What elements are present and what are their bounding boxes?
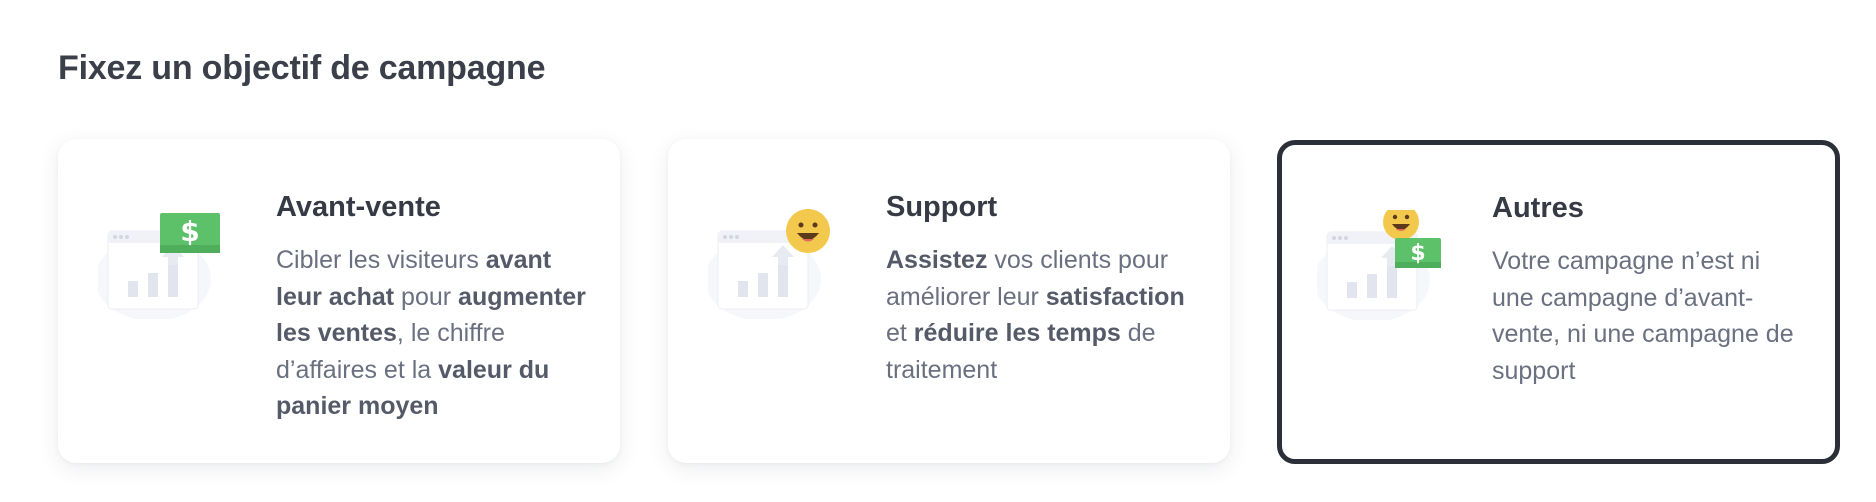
money-chart-icon: $ — [98, 213, 220, 319]
goal-card-avant-vente[interactable]: $ Avant-vente Cibler les visiteurs avant… — [58, 139, 620, 463]
card-description: Cibler les visiteurs avant leur achat po… — [276, 246, 586, 420]
goal-card-support[interactable]: Support Assistez vos clients pour amélio… — [668, 139, 1230, 463]
page-title: Fixez un objectif de campagne — [58, 48, 546, 87]
svg-text:$: $ — [180, 215, 199, 248]
card-title: Autres — [1492, 192, 1584, 224]
card-title: Support — [886, 191, 998, 223]
smiley-chart-icon — [708, 209, 830, 319]
goal-card-autres[interactable]: $ Autres Votre campagne n’est ni une cam… — [1277, 140, 1840, 464]
card-description: Assistez vos clients pour améliorer leur… — [886, 246, 1185, 384]
card-description: Votre campagne n’est ni une campagne d’a… — [1492, 247, 1794, 385]
smiley-money-chart-icon: $ — [1317, 210, 1441, 320]
svg-text:$: $ — [1410, 241, 1425, 266]
card-title: Avant-vente — [276, 191, 441, 223]
